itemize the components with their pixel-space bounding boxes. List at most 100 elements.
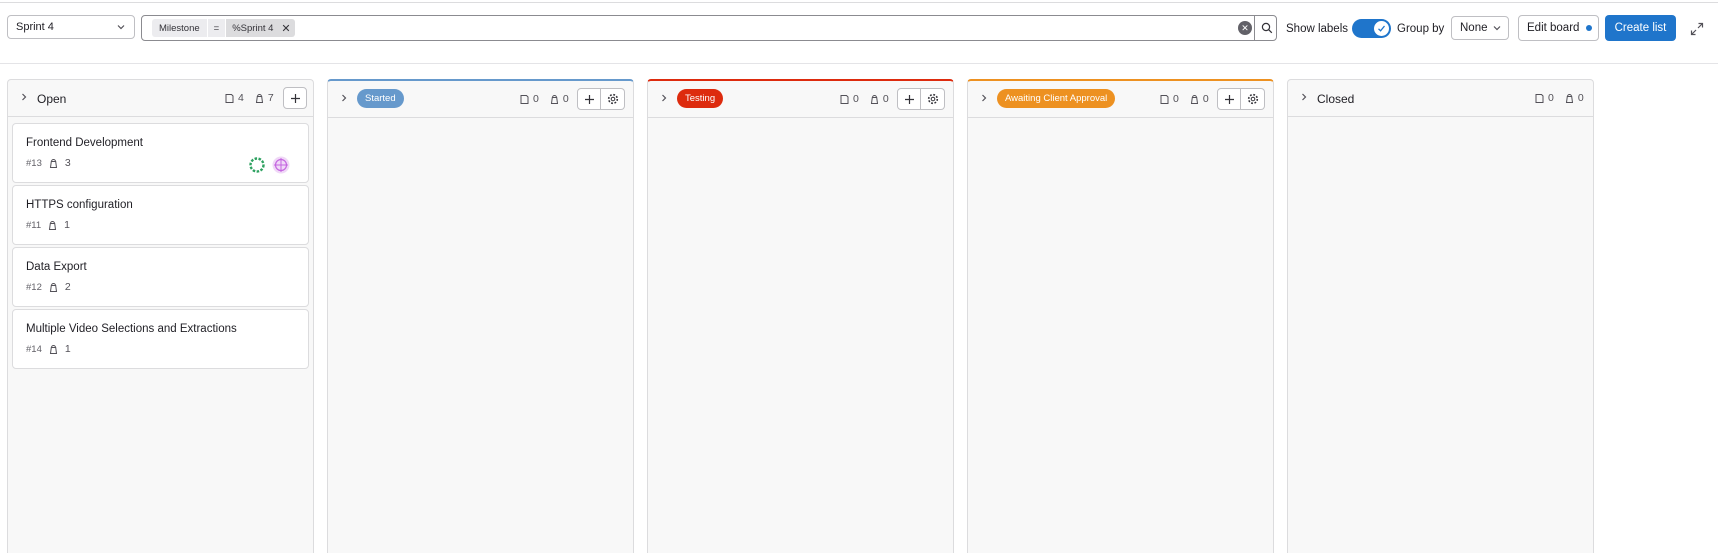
issue-weight: 1: [64, 219, 70, 231]
issues-icon: [520, 94, 529, 104]
search-button[interactable]: [1254, 15, 1278, 41]
add-issue-button[interactable]: [1217, 88, 1241, 110]
issue-card[interactable]: Multiple Video Selections and Extraction…: [12, 309, 309, 369]
list-header: Open 4 7: [8, 80, 313, 117]
weight-count: 0: [882, 93, 889, 105]
filter-search-box[interactable]: Milestone = %Sprint 4 ✕ ✕: [141, 15, 1277, 41]
weight-icon: [49, 282, 57, 292]
issues-count: 0: [533, 93, 539, 105]
list-label-pill: Awaiting Client Approval: [997, 89, 1116, 108]
weight-icon: [49, 344, 57, 354]
gear-icon: [1247, 93, 1258, 105]
list-counts: 4 7: [224, 92, 280, 104]
issue-meta: #14 1: [26, 343, 71, 355]
assignee-avatars: [248, 156, 290, 174]
clear-search-icon[interactable]: ✕: [1238, 21, 1252, 35]
board-selector-dropdown[interactable]: Sprint 4: [7, 15, 135, 39]
close-icon[interactable]: ✕: [281, 22, 290, 35]
filter-token-value-wrap: %Sprint 4 ✕: [225, 19, 295, 37]
list-header: Testing 0 0: [648, 81, 953, 118]
avatar[interactable]: [272, 156, 290, 174]
board-selector-value: Sprint 4: [16, 21, 54, 33]
issue-number: #14: [26, 343, 42, 355]
board-list-open: Open 4 7 Frontend Development #13 3 HTTP…: [7, 79, 314, 553]
add-issue-button[interactable]: [283, 87, 307, 109]
plus-icon: [904, 94, 914, 104]
issues-count: 0: [1548, 92, 1554, 104]
group-by-dropdown[interactable]: None: [1451, 16, 1509, 40]
expand-icon[interactable]: [1690, 22, 1704, 36]
board-list-closed: Closed 0 0: [1287, 79, 1594, 553]
gear-icon: [927, 93, 938, 105]
issue-title[interactable]: Multiple Video Selections and Extraction…: [26, 323, 237, 335]
issue-card[interactable]: Frontend Development #13 3: [12, 123, 309, 183]
list-counts: 0 0: [519, 93, 575, 105]
filter-token-value: %Sprint 4: [232, 22, 274, 34]
issue-title[interactable]: Frontend Development: [26, 137, 143, 149]
group-by-label: Group by: [1397, 23, 1445, 35]
issue-weight: 2: [64, 281, 71, 293]
weight-icon: [550, 94, 558, 104]
add-issue-button[interactable]: [577, 88, 601, 110]
plus-icon: [1224, 94, 1234, 104]
avatar[interactable]: [248, 156, 266, 174]
list-counts: 0 0: [839, 93, 895, 105]
edit-board-label: Edit board: [1527, 22, 1580, 34]
list-label-pill: Testing: [677, 89, 724, 108]
weight-count: 7: [267, 92, 274, 104]
filter-bar: Sprint 4 Milestone = %Sprint 4 ✕ ✕ Show …: [0, 3, 1718, 64]
chevron-down-icon: [117, 25, 125, 30]
weight-count: 0: [1202, 93, 1209, 105]
filter-token-milestone[interactable]: Milestone = %Sprint 4 ✕: [152, 19, 295, 37]
issue-number: #12: [26, 281, 42, 293]
search-icon: [1261, 22, 1272, 34]
issues-icon: [1160, 94, 1169, 104]
filter-token-operator: =: [206, 19, 226, 37]
add-issue-button[interactable]: [897, 88, 921, 110]
issue-card[interactable]: Data Export #12 2: [12, 247, 309, 307]
issues-icon: [840, 94, 849, 104]
show-labels-label: Show labels: [1286, 23, 1349, 35]
list-settings-button[interactable]: [601, 88, 625, 110]
edit-board-button[interactable]: Edit board: [1518, 15, 1599, 41]
issue-title[interactable]: HTTPS configuration: [26, 199, 133, 211]
plus-icon: [584, 94, 594, 104]
issues-count: 0: [853, 93, 859, 105]
chevron-right-icon[interactable]: [339, 93, 349, 103]
show-labels-toggle[interactable]: [1352, 19, 1391, 38]
issues-count: 0: [1173, 93, 1179, 105]
list-title: Closed: [1317, 92, 1355, 106]
issue-number: #11: [26, 219, 42, 231]
chevron-right-icon[interactable]: [19, 92, 29, 102]
weight-icon: [49, 220, 57, 230]
list-settings-button[interactable]: [921, 88, 945, 110]
chevron-right-icon[interactable]: [659, 93, 669, 103]
create-list-button[interactable]: Create list: [1605, 15, 1676, 41]
chevron-down-icon: [1493, 26, 1501, 31]
chevron-right-icon[interactable]: [979, 93, 989, 103]
weight-icon: [255, 93, 263, 103]
plus-icon: [290, 93, 300, 103]
board-list-testing: Testing 0 0: [647, 79, 954, 553]
list-settings-button[interactable]: [1241, 88, 1265, 110]
weight-icon: [870, 94, 878, 104]
weight-icon: [1190, 94, 1198, 104]
filter-token-field: Milestone: [152, 19, 207, 37]
list-header: Closed 0 0: [1288, 80, 1593, 117]
chevron-right-icon[interactable]: [1299, 92, 1309, 102]
list-label-pill: Started: [357, 89, 404, 108]
issue-meta: #13 3: [26, 157, 71, 169]
gear-icon: [607, 93, 618, 105]
issue-card[interactable]: HTTPS configuration #11 1: [12, 185, 309, 245]
issue-title[interactable]: Data Export: [26, 261, 87, 273]
issue-weight: 1: [64, 343, 71, 355]
board-list-started: Started 0 0: [327, 79, 634, 553]
issues-count: 4: [238, 92, 244, 104]
group-by-value: None: [1460, 22, 1488, 34]
weight-icon: [1565, 93, 1573, 103]
issue-number: #13: [26, 157, 42, 169]
list-counts: 0 0: [1159, 93, 1215, 105]
list-counts: 0 0: [1534, 92, 1590, 104]
issues-icon: [1535, 93, 1544, 103]
issue-meta: #12 2: [26, 281, 71, 293]
